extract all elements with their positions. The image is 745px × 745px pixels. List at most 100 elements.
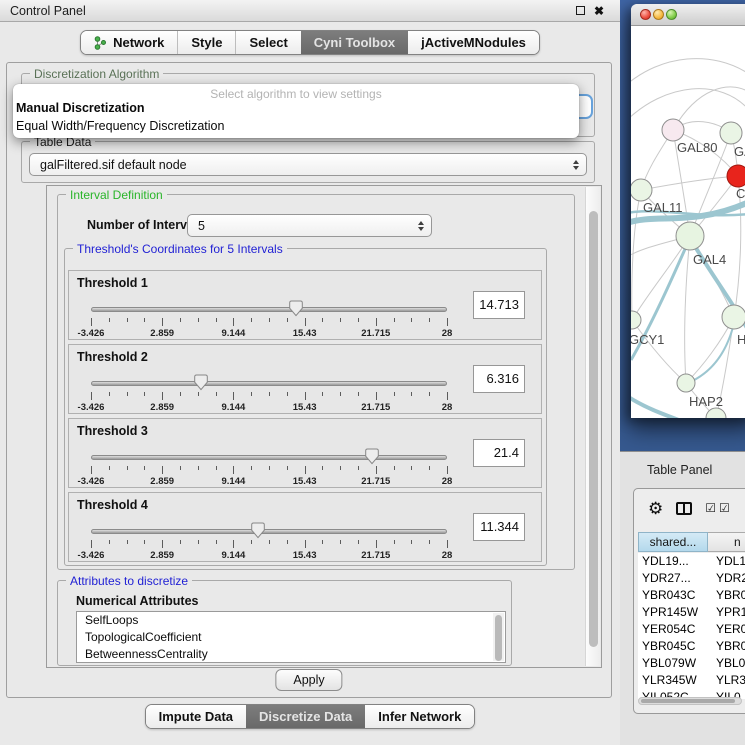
slider-thumb-handle[interactable] bbox=[251, 522, 266, 539]
float-window-icon[interactable] bbox=[576, 6, 585, 15]
tab-jactivemnodules[interactable]: jActiveMNodules bbox=[408, 31, 539, 54]
tab-impute-data[interactable]: Impute Data bbox=[146, 705, 246, 728]
threshold-value-field[interactable]: 14.713 bbox=[473, 291, 525, 319]
network-node-h[interactable] bbox=[722, 305, 745, 329]
slider-tick bbox=[233, 392, 234, 400]
network-node-gcy1[interactable] bbox=[631, 311, 641, 329]
close-icon[interactable]: ✖ bbox=[594, 5, 604, 17]
table-row[interactable]: YBR043CYBR0 bbox=[638, 587, 745, 604]
tab-style[interactable]: Style bbox=[177, 31, 235, 54]
tab-cyni-toolbox[interactable]: Cyni Toolbox bbox=[301, 31, 408, 54]
table-cell-shared-name[interactable]: YDL19... bbox=[638, 553, 708, 570]
table-cell-shared-name[interactable]: YBL079W bbox=[638, 655, 708, 672]
checkbox-icon[interactable]: ☑ bbox=[719, 502, 730, 514]
apply-button[interactable]: Apply bbox=[275, 669, 342, 691]
tab-infer-network[interactable]: Infer Network bbox=[365, 705, 474, 728]
slider-tick-label: 2.859 bbox=[150, 328, 174, 339]
threshold-slider[interactable]: -3.4262.8599.14415.4321.71528 bbox=[91, 375, 447, 413]
table-row[interactable]: YDR27...YDR2 bbox=[638, 570, 745, 587]
attribute-list-item[interactable]: SelfLoops bbox=[77, 612, 505, 629]
slider-track[interactable] bbox=[91, 381, 447, 386]
slider-tick bbox=[198, 318, 199, 322]
dropdown-hint: Select algorithm to view settings bbox=[13, 84, 579, 100]
number-of-intervals-spinner[interactable]: 5 bbox=[187, 214, 432, 237]
table-row[interactable]: YBL079WYBL0 bbox=[638, 655, 745, 672]
slider-tick bbox=[411, 318, 412, 322]
slider-tick bbox=[251, 392, 252, 396]
table-row[interactable]: YDL19...YDL1 bbox=[638, 553, 745, 570]
tab-discretize-data[interactable]: Discretize Data bbox=[246, 705, 365, 728]
threshold-slider[interactable]: -3.4262.8599.14415.4321.71528 bbox=[91, 523, 447, 561]
slider-tick-label: -3.426 bbox=[78, 402, 105, 413]
attribute-list-item[interactable]: TopologicalCoefficient bbox=[77, 629, 505, 646]
attributes-list-scrollbar-thumb[interactable] bbox=[495, 615, 502, 661]
minimize-traffic-light-icon[interactable] bbox=[653, 9, 664, 20]
spinner-arrows-icon[interactable] bbox=[573, 160, 579, 170]
network-node-gal4[interactable] bbox=[676, 222, 704, 250]
slider-ticks bbox=[91, 392, 447, 401]
table-cell-name[interactable]: YDR2 bbox=[708, 570, 745, 587]
table-cell-shared-name[interactable]: YBR043C bbox=[638, 587, 708, 604]
table-cell-shared-name[interactable]: YBR045C bbox=[638, 638, 708, 655]
slider-track[interactable] bbox=[91, 307, 447, 312]
network-node-ga[interactable] bbox=[720, 122, 742, 144]
threshold-value-field[interactable]: 6.316 bbox=[473, 365, 525, 393]
slider-thumb-handle[interactable] bbox=[194, 374, 209, 391]
spinner-arrows-icon[interactable] bbox=[418, 221, 424, 231]
network-node[interactable] bbox=[706, 408, 726, 418]
settings-scrollbar-thumb[interactable] bbox=[589, 211, 598, 647]
threshold-value-field[interactable]: 21.4 bbox=[473, 439, 525, 467]
network-canvas[interactable]: GAL80GACGAL11GAL4HGCY1HAP2 bbox=[631, 26, 745, 418]
table-cell-name[interactable]: YBL0 bbox=[708, 655, 745, 672]
split-view-icon[interactable] bbox=[676, 502, 692, 515]
table-cell-name[interactable]: YER0 bbox=[708, 621, 745, 638]
gear-icon[interactable]: ⚙ bbox=[648, 500, 663, 517]
slider-thumb-handle[interactable] bbox=[289, 300, 304, 317]
threshold-value-field[interactable]: 11.344 bbox=[473, 513, 525, 541]
table-cell-name[interactable]: YBR0 bbox=[708, 587, 745, 604]
dropdown-option-manual[interactable]: Manual Discretization bbox=[13, 100, 579, 118]
table-cell-name[interactable]: YPR1 bbox=[708, 604, 745, 621]
table-cell-name[interactable]: YLR3 bbox=[708, 672, 745, 689]
table-row[interactable]: YPR145WYPR1 bbox=[638, 604, 745, 621]
network-node-gal11[interactable] bbox=[631, 179, 652, 201]
table-cell-shared-name[interactable]: YER054C bbox=[638, 621, 708, 638]
checkbox-icon[interactable]: ☑ bbox=[705, 502, 716, 514]
slider-track[interactable] bbox=[91, 455, 447, 460]
network-node-label: GA bbox=[734, 144, 745, 159]
table-row[interactable]: YBR045CYBR0 bbox=[638, 638, 745, 655]
slider-tick bbox=[394, 392, 395, 396]
table-cell-shared-name[interactable]: YLR345W bbox=[638, 672, 708, 689]
slider-tick bbox=[447, 318, 448, 326]
threshold-slider[interactable]: -3.4262.8599.14415.4321.71528 bbox=[91, 449, 447, 487]
column-header-name[interactable]: n bbox=[708, 532, 745, 552]
table-cell-shared-name[interactable]: YDR27... bbox=[638, 570, 708, 587]
table-cell-name[interactable]: YBR0 bbox=[708, 638, 745, 655]
tab-network[interactable]: Network bbox=[81, 31, 177, 54]
threshold-slider[interactable]: -3.4262.8599.14415.4321.71528 bbox=[91, 301, 447, 339]
table-row[interactable]: YLR345WYLR3 bbox=[638, 672, 745, 689]
dropdown-option-equal-width[interactable]: Equal Width/Frequency Discretization bbox=[13, 118, 579, 136]
threshold-row: Threshold 4 -3.4262.8599.14415.4321.7152… bbox=[68, 492, 542, 562]
zoom-traffic-light-icon[interactable] bbox=[666, 9, 677, 20]
network-node-c[interactable] bbox=[727, 165, 745, 187]
table-data-combo[interactable]: galFiltered.sif default node bbox=[29, 153, 587, 176]
network-node-gal80[interactable] bbox=[662, 119, 684, 141]
table-hscrollbar[interactable] bbox=[638, 697, 742, 705]
settings-scrollbar[interactable] bbox=[585, 187, 600, 666]
column-header-shared-name[interactable]: shared... bbox=[638, 532, 708, 552]
table-cell-name[interactable]: YDL1 bbox=[708, 553, 745, 570]
attributes-list-scrollbar[interactable] bbox=[493, 613, 504, 661]
network-window[interactable]: GAL80GACGAL11GAL4HGCY1HAP2 bbox=[631, 4, 745, 418]
attributes-listbox[interactable]: SelfLoopsTopologicalCoefficientBetweenne… bbox=[76, 611, 506, 663]
network-node-label: GAL80 bbox=[677, 140, 717, 155]
tab-select[interactable]: Select bbox=[235, 31, 300, 54]
network-node-hap2[interactable] bbox=[677, 374, 695, 392]
attribute-list-item[interactable]: BetweennessCentrality bbox=[77, 646, 505, 663]
table-hscrollbar-thumb[interactable] bbox=[641, 699, 735, 703]
close-traffic-light-icon[interactable] bbox=[640, 9, 651, 20]
table-row[interactable]: YER054CYER0 bbox=[638, 621, 745, 638]
slider-thumb-handle[interactable] bbox=[365, 448, 380, 465]
table-cell-shared-name[interactable]: YPR145W bbox=[638, 604, 708, 621]
slider-track[interactable] bbox=[91, 529, 447, 534]
